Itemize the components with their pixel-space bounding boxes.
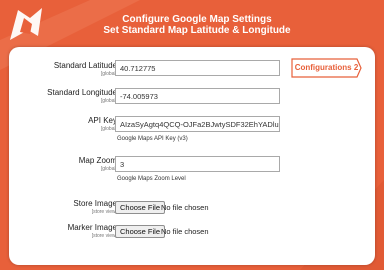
page-title-line1: Configure Google Map Settings (122, 14, 272, 25)
store-image-file-status: No file chosen (161, 203, 209, 212)
page-title-line2: Set Standard Map Latitude & Longitude (103, 25, 291, 36)
zoom-note: Google Maps Zoom Level (117, 176, 186, 182)
latitude-input[interactable]: 40.712775 (115, 60, 280, 76)
scope-label: [global] (100, 166, 117, 172)
store-image-choose-file-button[interactable]: Choose File (115, 201, 166, 214)
scope-label: [store view] (91, 233, 117, 239)
magenest-logo-icon (10, 8, 42, 40)
marker-image-choose-file-button[interactable]: Choose File (115, 225, 166, 238)
longitude-input[interactable]: -74.005973 (115, 88, 280, 104)
scope-label: [global] (100, 71, 117, 77)
callout-label: Configurations 2 (294, 63, 359, 72)
header: Configure Google Map Settings Set Standa… (0, 0, 384, 48)
page-title: Configure Google Map Settings Set Standa… (60, 14, 334, 36)
field-label: Marker Image [store view] (67, 223, 117, 239)
marker-image-file-status: No file chosen (161, 227, 209, 236)
field-label: API Key [global] (88, 116, 117, 132)
api-key-input[interactable]: AIzaSyAgtq4QCQ-OJFa2BJwtySDF32EhYADlurM (115, 116, 280, 132)
field-label: Standard Latitude [global] (53, 61, 117, 77)
settings-panel: Configurations 2 Standard Latitude [glob… (9, 47, 375, 265)
field-label: Store Image [store view] (73, 199, 117, 215)
scope-label: [global] (100, 98, 117, 104)
field-label: Map Zoom [global] (78, 156, 117, 172)
scope-label: [global] (100, 126, 117, 132)
api-key-note: Google Maps API Key (v3) (117, 136, 188, 142)
zoom-input[interactable]: 3 (115, 156, 280, 172)
scope-label: [store view] (91, 209, 117, 215)
field-label: Standard Longitude [global] (47, 88, 117, 104)
